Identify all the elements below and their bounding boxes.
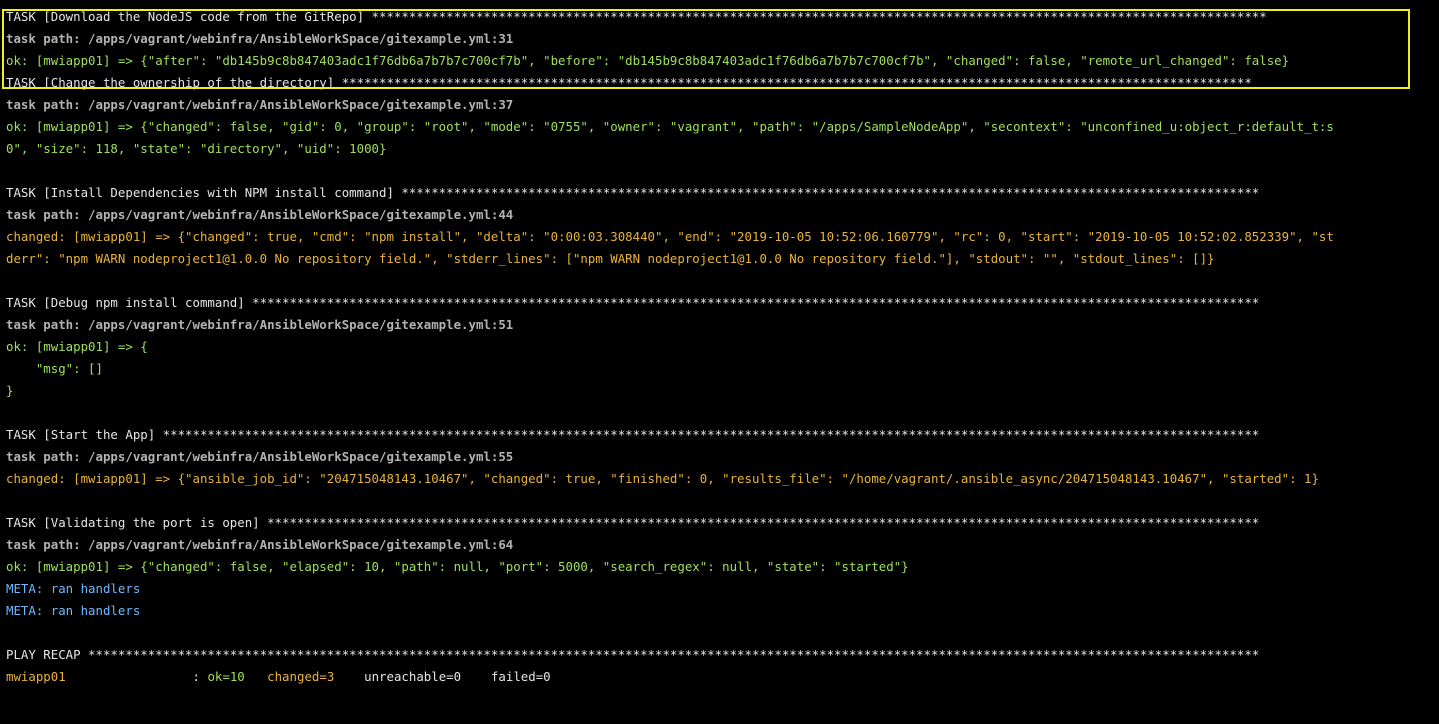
recap-separator: : [65, 669, 208, 684]
task-header-line: TASK [Validating the port is open] *****… [6, 515, 1260, 530]
task-header-line: PLAY RECAP *****************************… [6, 647, 1260, 662]
task-header-line: TASK [Debug npm install command] *******… [6, 295, 1260, 310]
recap-gap [461, 669, 491, 684]
changed-result-line: changed: [mwiapp01] => {"ansible_job_id"… [6, 471, 1319, 486]
recap-unreachable-count: unreachable=0 [364, 669, 462, 684]
changed-result-line: derr": "npm WARN nodeproject1@1.0.0 No r… [6, 251, 1215, 266]
ok-result-line: ok: [mwiapp01] => {"changed": false, "el… [6, 559, 909, 574]
recap-gap [334, 669, 364, 684]
ok-result-line: ok: [mwiapp01] => {"after": "db145b9c8b8… [6, 53, 1290, 68]
recap-gap [245, 669, 267, 684]
task-header-line: TASK [Install Dependencies with NPM inst… [6, 185, 1260, 200]
meta-line: META: ran handlers [6, 581, 141, 596]
task-path-line: task path: /apps/vagrant/webinfra/Ansibl… [6, 449, 514, 464]
recap-host: mwiapp01 [6, 669, 66, 684]
play-recap-host-line: mwiapp01 : ok=10 changed=3 unreachable=0… [6, 666, 1439, 688]
task-header-line: TASK [Start the App] *******************… [6, 427, 1260, 442]
recap-changed-count: changed=3 [267, 669, 335, 684]
ok-result-line: ok: [mwiapp01] => {"changed": false, "gi… [6, 119, 1334, 134]
task-path-line: task path: /apps/vagrant/webinfra/Ansibl… [6, 97, 514, 112]
task-path-line: task path: /apps/vagrant/webinfra/Ansibl… [6, 317, 514, 332]
terminal-output: TASK [Download the NodeJS code from the … [0, 0, 1439, 724]
changed-result-line: changed: [mwiapp01] => {"changed": true,… [6, 229, 1334, 244]
recap-ok-count: ok=10 [207, 669, 245, 684]
ok-result-line: } [6, 383, 14, 398]
ok-result-line: 0", "size": 118, "state": "directory", "… [6, 141, 387, 156]
task-header-line: TASK [Change the ownership of the direct… [6, 75, 1252, 90]
task-path-line: task path: /apps/vagrant/webinfra/Ansibl… [6, 31, 514, 46]
task-header-line: TASK [Download the NodeJS code from the … [6, 9, 1267, 24]
terminal-lines: TASK [Download the NodeJS code from the … [6, 6, 1439, 666]
ok-result-line: "msg": [] [6, 361, 103, 376]
task-path-line: task path: /apps/vagrant/webinfra/Ansibl… [6, 207, 514, 222]
task-path-line: task path: /apps/vagrant/webinfra/Ansibl… [6, 537, 514, 552]
ok-result-line: ok: [mwiapp01] => { [6, 339, 148, 354]
recap-failed-count: failed=0 [490, 669, 551, 684]
meta-line: META: ran handlers [6, 603, 141, 618]
